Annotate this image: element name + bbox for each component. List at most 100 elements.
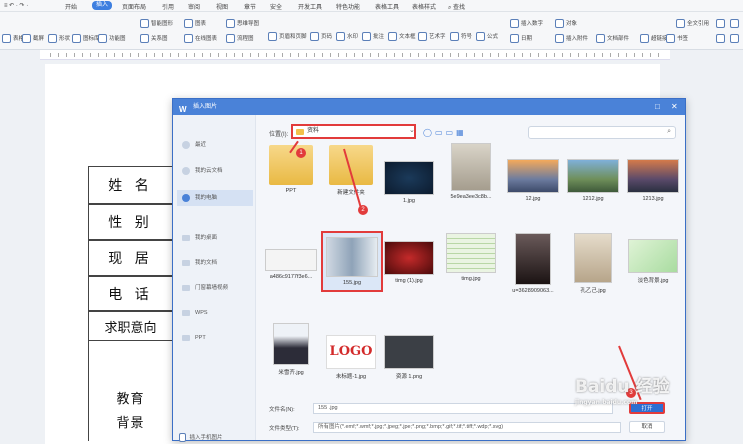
ribbon-button[interactable]: 思维导图 <box>226 19 259 29</box>
ribbon-icon <box>72 34 81 44</box>
view-mode-icon[interactable]: ▦ <box>456 128 467 137</box>
dialog-titlebar[interactable]: W 插入图片 □ ✕ <box>173 99 685 115</box>
ribbon-tab[interactable]: 章节 <box>244 2 256 11</box>
place-icon <box>182 194 190 202</box>
ribbon-button[interactable]: 对象 <box>555 19 577 29</box>
ruler-tick <box>578 53 579 57</box>
folder-icon <box>182 260 190 266</box>
ruler-tick <box>58 53 59 57</box>
layout-icon[interactable] <box>730 34 739 43</box>
ribbon-button[interactable]: 公式 <box>476 32 499 42</box>
close-icon[interactable]: ✕ <box>671 102 678 112</box>
ribbon-button[interactable]: 符号 <box>450 32 472 42</box>
ribbon-button[interactable]: 文本框 <box>388 32 416 42</box>
ribbon-tab[interactable]: 特色功能 <box>336 2 360 11</box>
sidebar-item[interactable]: 最近 <box>177 137 253 153</box>
ribbon-button[interactable]: 插入数字 <box>510 19 543 29</box>
ruler-tick <box>394 53 395 57</box>
ruler-tick <box>378 53 379 57</box>
maximize-icon[interactable]: □ <box>655 102 660 112</box>
ribbon-button[interactable]: 图表 <box>184 19 206 29</box>
ribbon-button[interactable]: 流程图 <box>226 34 254 44</box>
image-file-item[interactable]: 孔乙己.jpg <box>563 233 623 294</box>
ribbon-tab[interactable]: 引用 <box>162 2 174 11</box>
image-file-item[interactable]: a486c9177f3e6... <box>261 249 321 280</box>
ribbon-tab[interactable]: 审阅 <box>188 2 200 11</box>
image-file-item[interactable]: u=3628909063... <box>503 233 563 294</box>
image-file-item[interactable]: 12.jpg <box>503 159 563 202</box>
ruler-tick <box>218 53 219 57</box>
ribbon-button[interactable]: 全文引用 <box>676 19 709 29</box>
ribbon-tab[interactable]: 开始 <box>65 2 77 11</box>
ribbon-label: 文档部件 <box>607 36 630 42</box>
ribbon-button[interactable]: 图标库 <box>72 34 100 44</box>
ribbon-tab[interactable]: 视图 <box>216 2 228 11</box>
sidebar-item[interactable]: WPS <box>177 305 253 321</box>
ribbon-button[interactable]: 页码 <box>310 32 332 42</box>
image-file-item[interactable]: 1.jpg <box>379 161 439 204</box>
new-folder-icon[interactable]: ▭ <box>446 128 457 137</box>
ruler-tick <box>370 53 371 57</box>
ribbon-tab[interactable]: 安全 <box>270 2 282 11</box>
ribbon-label: 插入附件 <box>566 36 589 42</box>
ribbon-tab[interactable]: 页面布局 <box>122 2 146 11</box>
form-label-cell: 性 别 <box>88 204 173 240</box>
ribbon-button[interactable]: 书签 <box>666 34 688 44</box>
ribbon-button[interactable]: 水印 <box>336 32 358 42</box>
cancel-button[interactable]: 取消 <box>629 421 665 433</box>
image-file-item[interactable]: 1213.jpg <box>623 159 683 202</box>
ribbon-tab[interactable]: 开发工具 <box>298 2 322 11</box>
ribbon-label: 公式 <box>487 34 499 40</box>
filetype-select[interactable]: 所有图片(*.emf;*.wmf;*.jpg;*.jpeg;*.jpe;*.pn… <box>313 422 621 433</box>
ribbon-button[interactable]: 截屏 <box>22 34 44 44</box>
layout-icon[interactable] <box>716 19 725 28</box>
undo-redo-icons[interactable]: ≡ ↶ · ↷ · <box>4 2 28 9</box>
form-label: 性 别 <box>108 215 153 231</box>
image-file-item[interactable]: timg.jpg <box>441 233 501 282</box>
sidebar-item-label: PPT <box>195 335 206 341</box>
ribbon-button[interactable]: 页眉和页脚 <box>268 32 307 42</box>
sidebar-item[interactable]: 我的桌面 <box>177 230 253 246</box>
image-file-item[interactable]: 5e9ea3ee3c8b... <box>441 143 501 200</box>
ribbon-button[interactable]: 功能图 <box>98 34 126 44</box>
sidebar-item[interactable]: 我的云文档 <box>177 163 253 179</box>
location-dropdown[interactable]: 资料 <box>291 124 416 139</box>
filename-field[interactable]: 155 .jpg <box>313 403 613 414</box>
up-folder-icon[interactable]: ▭ <box>435 128 446 137</box>
ribbon-button[interactable]: 艺术字 <box>418 32 446 42</box>
form-label: 现 居 <box>108 251 153 267</box>
horizontal-ruler[interactable] <box>40 50 670 60</box>
ribbon-tab[interactable]: 表格样式 <box>412 2 436 11</box>
ribbon-tab[interactable]: 插入 <box>92 1 113 10</box>
sidebar-item[interactable]: 我的文档 <box>177 255 253 271</box>
image-file-item[interactable]: LOGO 未标题-1.jpg <box>321 335 381 380</box>
ribbon-tab[interactable]: 表格工具 <box>375 2 399 11</box>
ribbon-button[interactable]: 批注 <box>362 32 384 42</box>
ribbon-button[interactable]: 超链接 <box>640 34 668 44</box>
ruler-tick <box>530 53 531 57</box>
ribbon-button[interactable]: 插入附件 <box>555 34 589 44</box>
chevron-down-icon[interactable]: ⌄ <box>409 126 415 134</box>
image-file-item[interactable]: timg (1).jpg <box>379 241 439 284</box>
sidebar-item[interactable]: 门窗幕墙视频 <box>177 280 253 296</box>
ribbon-button[interactable]: 表格 <box>2 34 24 44</box>
sidebar-item[interactable]: 我的电脑 <box>177 190 253 206</box>
back-icon[interactable]: ◯ <box>423 128 435 137</box>
search-button[interactable]: ⌕ 查找 <box>448 2 465 12</box>
sidebar-item[interactable]: PPT <box>177 330 253 346</box>
image-file-item[interactable]: 资源 1.png <box>379 335 439 380</box>
ribbon-button[interactable]: 在线图表 <box>184 34 217 44</box>
image-thumbnail <box>384 161 434 195</box>
image-file-item[interactable]: 米雪齐.jpg <box>261 323 321 376</box>
image-file-item[interactable]: 155.jpg <box>321 231 383 292</box>
layout-icon[interactable] <box>716 34 725 43</box>
ribbon-button[interactable]: 形状 <box>48 34 70 44</box>
ribbon-button[interactable]: 日期 <box>510 34 532 44</box>
ribbon-button[interactable]: 文档部件 <box>596 34 630 44</box>
image-file-item[interactable]: 淡色背景.jpg <box>623 239 683 284</box>
image-file-item[interactable]: 1212.jpg <box>563 159 623 202</box>
layout-icon[interactable] <box>730 19 739 28</box>
ribbon-button[interactable]: 智能图形 <box>140 19 173 29</box>
search-input[interactable]: ⌕ <box>528 126 676 139</box>
ribbon-button[interactable]: 关系图 <box>140 34 168 44</box>
